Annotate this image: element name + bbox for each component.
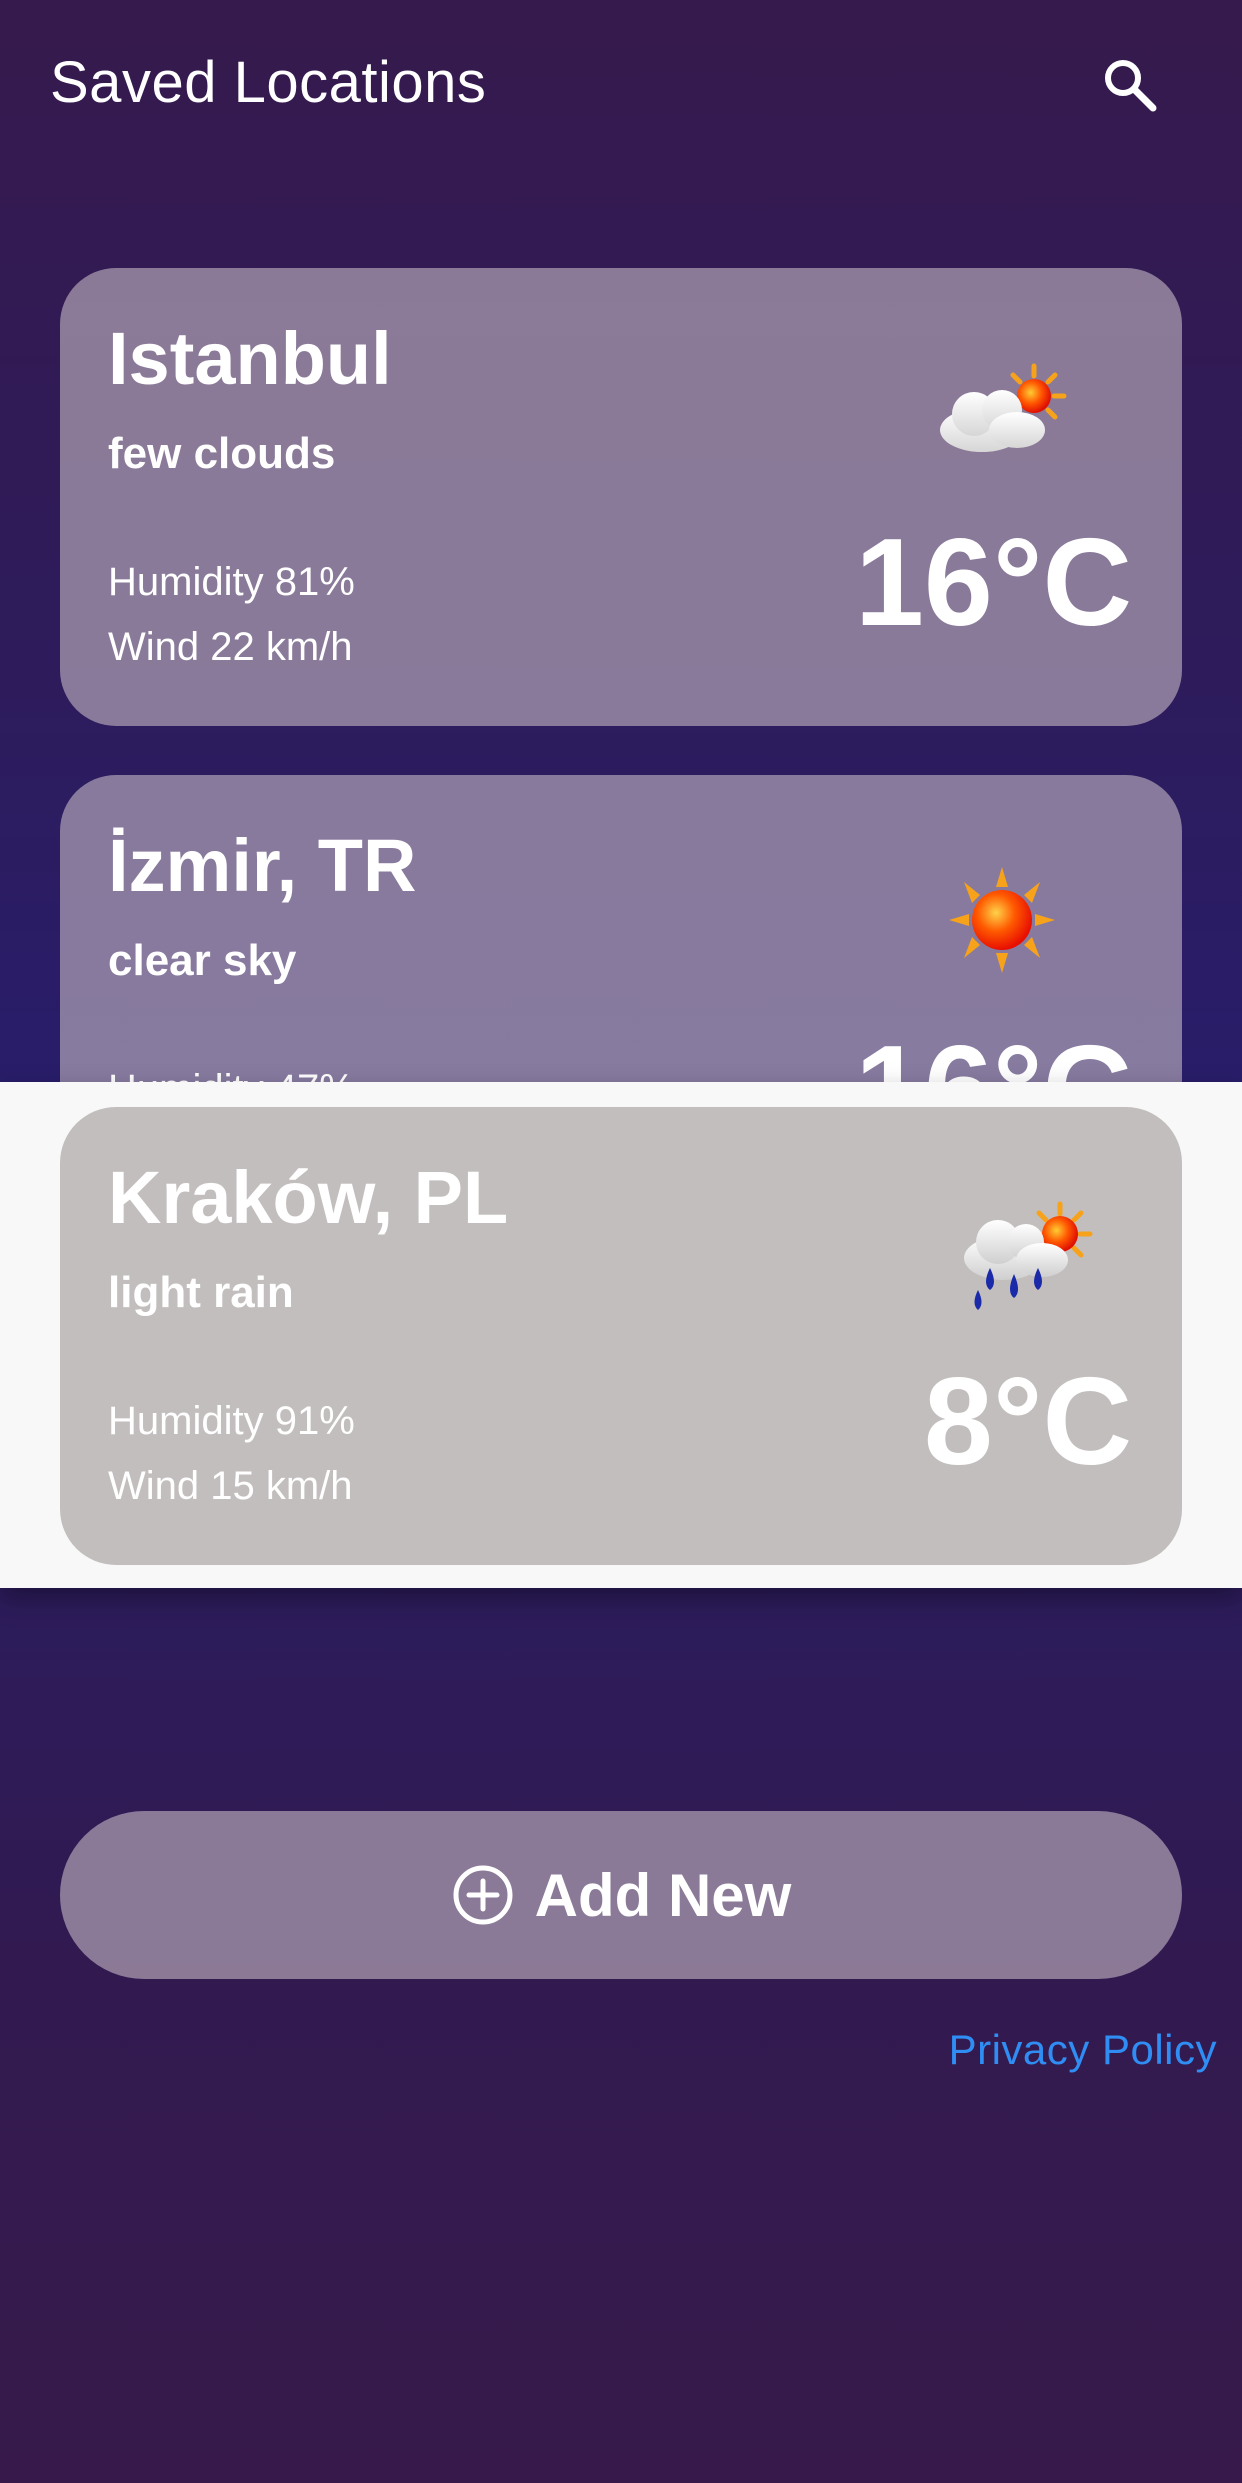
temperature: 16°C [854,514,1132,652]
light-rain-icon [964,1201,1093,1310]
privacy-policy-link[interactable]: Privacy Policy [949,2026,1217,2074]
add-circle-icon [453,1865,513,1925]
weather-description: light rain [108,1268,294,1317]
temperature: 8°C [923,1353,1132,1491]
add-new-label: Add New [534,1861,792,1929]
page-title: Saved Locations [50,50,487,115]
weather-description: clear sky [108,936,297,985]
location-card-krakow[interactable]: Kraków, PL light rain Humidity 91% Wind … [60,1107,1182,1565]
location-card-istanbul[interactable]: Istanbul few clouds Humidity 81% Wind 22… [60,268,1182,726]
city-name: Kraków, PL [108,1156,509,1239]
search-button[interactable] [1090,45,1170,125]
few-clouds-icon [940,363,1067,452]
clear-sky-icon [949,867,1055,973]
search-icon [1105,60,1157,112]
drag-overlay: Kraków, PL light rain Humidity 91% Wind … [0,1082,1242,1588]
city-name: İzmir, TR [108,824,417,907]
humidity-text: Humidity 81% [108,560,355,604]
city-name: Istanbul [108,317,392,400]
wind-text: Wind 22 km/h [108,625,353,669]
wind-text: Wind 15 km/h [108,1464,353,1508]
weather-description: few clouds [108,429,336,478]
add-new-button[interactable]: Add New [60,1811,1182,1979]
humidity-text: Humidity 91% [108,1399,355,1443]
